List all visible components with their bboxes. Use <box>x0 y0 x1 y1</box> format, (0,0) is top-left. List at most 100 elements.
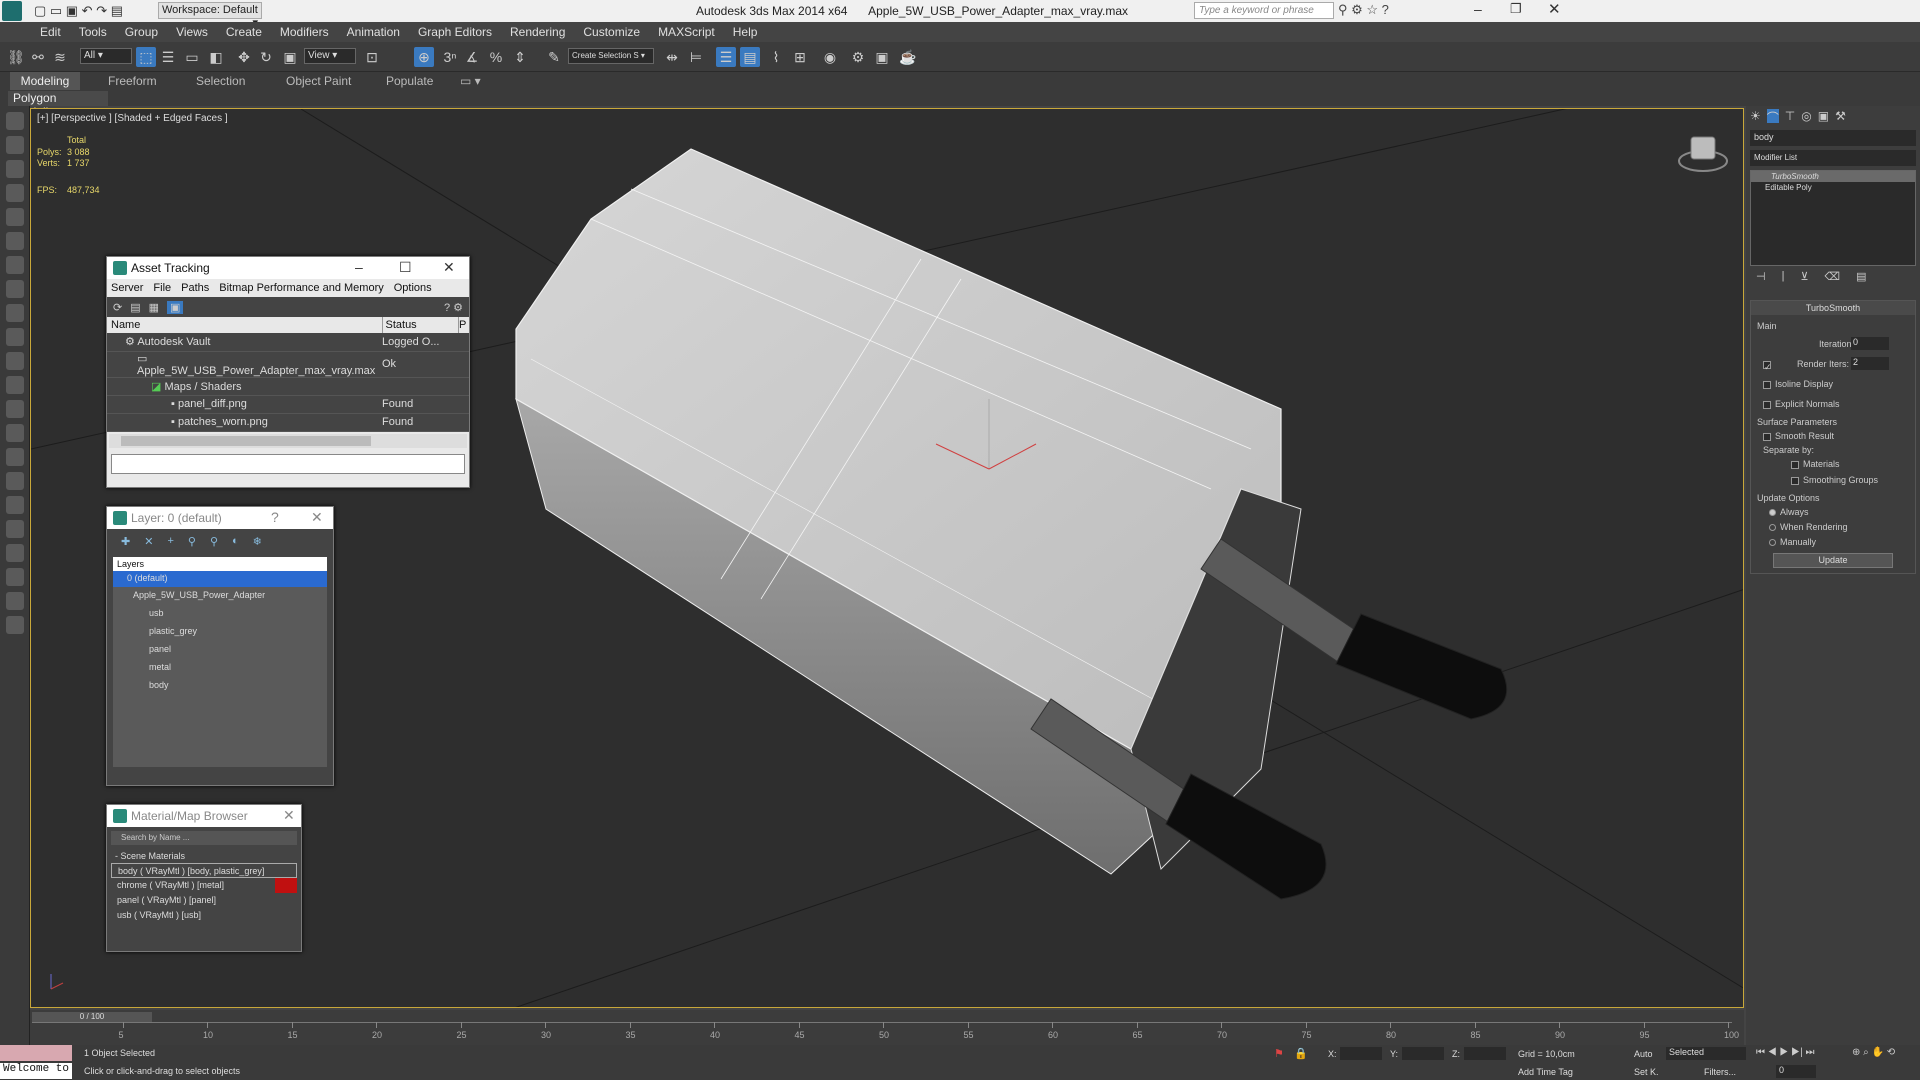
freeze-icon[interactable]: ❄ <box>253 535 262 548</box>
hierarchy-tab-icon[interactable]: ⊤ <box>1785 109 1795 123</box>
auto-key-button[interactable]: Auto <box>1634 1049 1653 1059</box>
menu-rendering[interactable]: Rendering <box>510 25 565 39</box>
object-name-field[interactable]: body <box>1750 130 1916 146</box>
hair-icon[interactable] <box>6 568 24 586</box>
pin-stack-icon[interactable]: ⊣ <box>1756 270 1766 286</box>
make-unique-icon[interactable]: ⊻ <box>1800 270 1808 286</box>
table-row[interactable]: ▭ Apple_5W_USB_Power_Adapter_max_vray.ma… <box>107 351 469 377</box>
snap-toggle-icon[interactable]: 3ⁿ <box>440 47 460 67</box>
restore-button[interactable]: ❐ <box>1510 1 1522 17</box>
angle-snap-icon[interactable]: ∡ <box>462 47 482 67</box>
ribbon-options-icon[interactable]: ▭ ▾ <box>460 72 481 90</box>
layer-titlebar[interactable]: Layer: 0 (default) ? ✕ <box>107 507 333 529</box>
filters-button[interactable]: Filters... <box>1704 1067 1736 1077</box>
always-radio[interactable]: Always <box>1769 507 1809 517</box>
unlink-icon[interactable]: ⚯ <box>28 47 48 67</box>
menu-animation[interactable]: Animation <box>347 25 400 39</box>
material-search-input[interactable]: Search by Name ... <box>111 831 297 845</box>
scale-icon[interactable]: ▣ <box>280 47 300 67</box>
link-icon[interactable]: ⛓ <box>6 47 26 67</box>
explicit-normals-checkbox[interactable]: Explicit Normals <box>1763 399 1840 409</box>
materials-checkbox[interactable]: Materials <box>1791 459 1840 469</box>
table-view-icon[interactable]: ▣ <box>167 300 184 314</box>
menu-tools[interactable]: Tools <box>79 25 107 39</box>
configure-sets-icon[interactable]: ▤ <box>1856 270 1866 286</box>
remove-modifier-icon[interactable]: ⌫ <box>1825 270 1841 286</box>
menu-graph-editors[interactable]: Graph Editors <box>418 25 492 39</box>
create-tab-icon[interactable]: ☀ <box>1750 109 1761 123</box>
layer-item-body[interactable]: body <box>113 677 327 695</box>
set-key-button[interactable]: Set K. <box>1634 1067 1659 1077</box>
scene-materials-header[interactable]: - Scene Materials <box>111 849 297 863</box>
material-item[interactable]: body ( VRayMtl ) [body, plastic_grey] <box>111 863 297 878</box>
asset-path-field[interactable] <box>111 453 465 474</box>
tab-object-paint[interactable]: Object Paint <box>286 72 351 90</box>
menu-views[interactable]: Views <box>176 25 208 39</box>
foliage-icon[interactable] <box>6 544 24 562</box>
help-icon[interactable]: ? ⚙ <box>444 301 463 314</box>
maxscript-input[interactable]: Welcome to <box>0 1063 72 1079</box>
menu-create[interactable]: Create <box>226 25 262 39</box>
light-icon[interactable] <box>6 400 24 418</box>
particle-icon[interactable] <box>6 520 24 538</box>
menu-maxscript[interactable]: MAXScript <box>658 25 715 39</box>
named-selection-dropdown[interactable]: Create Selection S ▾ <box>568 48 654 64</box>
material-item[interactable]: panel ( VRayMtl ) [panel] <box>111 893 297 908</box>
curve-editor-icon[interactable]: ⌇ <box>766 47 786 67</box>
search-input[interactable]: Type a keyword or phrase <box>1194 2 1334 19</box>
close-button[interactable]: ✕ <box>283 807 295 824</box>
render-iters-checkbox[interactable]: ✓ <box>1763 359 1775 372</box>
material-item[interactable]: chrome ( VRayMtl ) [metal] <box>111 878 297 893</box>
tab-selection[interactable]: Selection <box>196 72 245 90</box>
rotate-icon[interactable]: ↻ <box>256 47 276 67</box>
table-row[interactable]: ⚙ Autodesk Vault Logged O... <box>107 333 469 351</box>
tab-populate[interactable]: Populate <box>386 72 433 90</box>
select-objects-icon[interactable]: ⚲ <box>188 535 196 548</box>
material-browser-titlebar[interactable]: Material/Map Browser ✕ <box>107 805 301 827</box>
create-cameras-icon[interactable] <box>6 208 24 226</box>
update-button[interactable]: Update <box>1773 553 1893 568</box>
render-iters-spinner[interactable]: 2 <box>1851 357 1889 370</box>
sphere-icon[interactable] <box>6 352 24 370</box>
column-path[interactable]: P <box>459 317 469 333</box>
list-icon[interactable]: ▤ <box>130 301 140 314</box>
key-filter-dropdown[interactable]: Selected <box>1666 1047 1746 1060</box>
cloth-icon[interactable] <box>6 592 24 610</box>
modify-tab-icon[interactable]: ⌒ <box>1766 109 1779 125</box>
dummy-icon[interactable] <box>6 496 24 514</box>
maxscript-listener-mini[interactable] <box>0 1045 72 1061</box>
display-tab-icon[interactable]: ▣ <box>1818 109 1829 123</box>
material-editor-icon[interactable]: ◉ <box>820 47 840 67</box>
refresh-icon[interactable]: ⟳ <box>113 301 122 314</box>
move-icon[interactable]: ✥ <box>234 47 254 67</box>
bind-space-warp-icon[interactable]: ≋ <box>50 47 70 67</box>
infocenter-icons[interactable]: ⚲ ⚙ ☆ ? <box>1338 2 1389 18</box>
menu-customize[interactable]: Customize <box>583 25 640 39</box>
manually-radio[interactable]: Manually <box>1769 537 1816 547</box>
isoline-display-checkbox[interactable]: Isoline Display <box>1763 379 1833 389</box>
stack-item-turbosmooth[interactable]: TurboSmooth <box>1751 171 1915 182</box>
thumbnail-icon[interactable]: ▦ <box>149 301 159 314</box>
rendered-frame-icon[interactable]: ▣ <box>872 47 892 67</box>
z-coordinate-field[interactable] <box>1464 1047 1506 1060</box>
viewport-layout-icon[interactable] <box>6 112 24 130</box>
menu-modifiers[interactable]: Modifiers <box>280 25 329 39</box>
edit-named-selection-icon[interactable]: ✎ <box>544 47 564 67</box>
viewport-nav-icons[interactable]: ⊕ ⌕ ✋ ⟲ <box>1852 1047 1895 1058</box>
create-lights-icon[interactable] <box>6 184 24 202</box>
align-icon[interactable]: ⊨ <box>686 47 706 67</box>
polygon-modeling-panel[interactable]: Polygon Modeling <box>8 91 108 119</box>
menu-group[interactable]: Group <box>125 25 158 39</box>
column-name[interactable]: Name <box>107 317 383 333</box>
percent-snap-icon[interactable]: % <box>486 47 506 67</box>
close-button[interactable]: ✕ <box>1548 0 1561 18</box>
add-to-layer-icon[interactable]: + <box>167 535 173 547</box>
ribbon-toggle-icon[interactable]: ▤ <box>740 47 760 67</box>
layer-item-adapter[interactable]: Apple_5W_USB_Power_Adapter <box>113 587 327 605</box>
menu-bitmap-performance[interactable]: Bitmap Performance and Memory <box>219 282 383 294</box>
selection-filter-dropdown[interactable]: All ▾ <box>80 48 132 64</box>
ref-coord-dropdown[interactable]: View ▾ <box>304 48 356 64</box>
delete-layer-icon[interactable]: ✕ <box>144 535 153 548</box>
current-frame-field[interactable]: 0 <box>1776 1065 1816 1078</box>
horizontal-scrollbar[interactable] <box>109 433 467 448</box>
